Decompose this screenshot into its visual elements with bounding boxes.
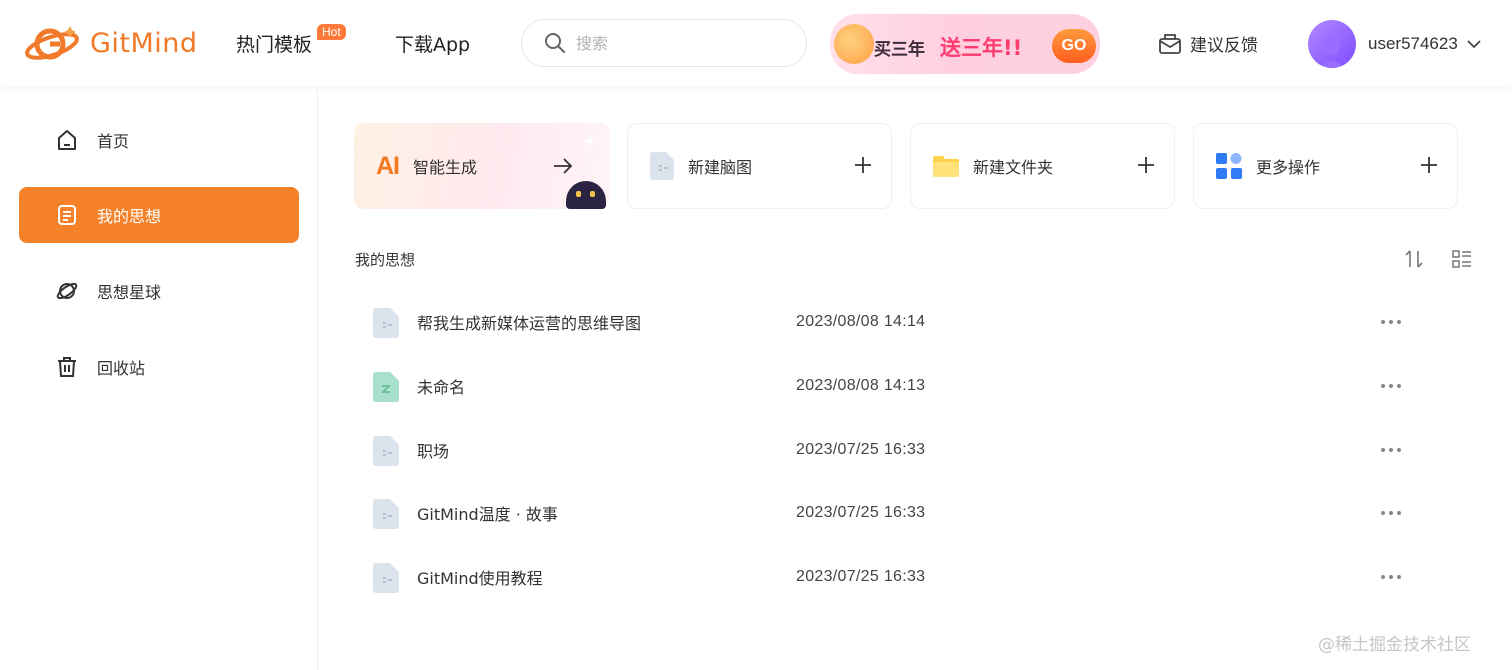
username: user574623	[1368, 34, 1458, 53]
gitmind-logo[interactable]: GitMind	[24, 22, 198, 64]
table-row[interactable]: 职场 2023/07/25 16:33	[354, 420, 1458, 480]
nav-download-app[interactable]: 下载App	[395, 30, 470, 57]
nav-hot-templates[interactable]: 热门模板	[236, 30, 312, 57]
file-date: 2023/07/25 16:33	[796, 504, 926, 521]
top-header: GitMind 热门模板 Hot 下载App 买三年 送三年!! GO 建议反馈	[0, 0, 1512, 86]
mindmap-file-icon	[650, 152, 674, 180]
flowchart-file-icon	[373, 372, 399, 402]
sidebar-item-label: 思想星球	[97, 283, 162, 302]
file-name[interactable]: GitMind使用教程	[417, 565, 543, 589]
table-row[interactable]: 帮我生成新媒体运营的思维导图 2023/08/08 14:14	[354, 292, 1458, 352]
trash-icon	[55, 355, 79, 379]
file-name[interactable]: 未命名	[417, 374, 465, 398]
planet-icon	[55, 279, 79, 303]
sidebar-item-label: 首页	[97, 132, 130, 151]
brand-name: GitMind	[90, 27, 198, 59]
mindmap-file-icon	[373, 563, 399, 593]
sidebar: 首页 我的思想 思想星球 回收站	[0, 86, 318, 670]
grid-apps-icon	[1216, 153, 1242, 179]
sparkle-icon	[582, 133, 598, 149]
list-view-icon[interactable]	[1452, 249, 1472, 269]
gitmind-logo-icon	[25, 26, 79, 60]
new-folder-card[interactable]: 新建文件夹	[910, 123, 1175, 209]
sidebar-item-label: 回收站	[97, 359, 146, 378]
sidebar-item-home[interactable]: 首页	[19, 112, 299, 168]
more-actions-label: 更多操作	[1256, 158, 1321, 177]
new-mindmap-card[interactable]: 新建脑图	[627, 123, 892, 209]
promo-go-button[interactable]: GO	[1052, 29, 1096, 63]
more-options-icon[interactable]	[1380, 378, 1402, 394]
new-folder-label: 新建文件夹	[973, 158, 1054, 177]
file-date: 2023/08/08 14:14	[796, 313, 926, 330]
new-mindmap-label: 新建脑图	[688, 158, 753, 177]
file-date: 2023/07/25 16:33	[796, 441, 926, 458]
user-menu[interactable]: user574623	[1308, 20, 1482, 68]
table-row[interactable]: GitMind使用教程 2023/07/25 16:33	[354, 547, 1458, 607]
chevron-down-icon[interactable]	[1466, 36, 1482, 52]
ai-generate-label: 智能生成	[413, 158, 478, 177]
avatar[interactable]	[1308, 20, 1356, 68]
mindmap-file-icon	[373, 436, 399, 466]
arrow-right-icon	[554, 158, 573, 174]
sidebar-item-trash[interactable]: 回收站	[19, 339, 299, 395]
folder-icon	[933, 156, 959, 177]
feedback-label: 建议反馈	[1190, 36, 1258, 56]
watermark: @稀土掘金技术社区	[1318, 635, 1471, 655]
document-icon	[55, 203, 79, 227]
sidebar-item-planet[interactable]: 思想星球	[19, 263, 299, 319]
home-icon	[55, 128, 79, 152]
feedback-link[interactable]: 建议反馈	[1158, 31, 1258, 56]
file-name[interactable]: GitMind温度 · 故事	[417, 501, 558, 525]
mindmap-file-icon	[373, 308, 399, 338]
more-options-icon[interactable]	[1380, 442, 1402, 458]
ai-icon: AI	[376, 151, 400, 180]
promo-text-gift: 送三年!!	[940, 36, 1023, 60]
plus-icon	[855, 157, 871, 173]
promo-text-buy: 买三年	[874, 40, 925, 60]
search-icon	[545, 33, 565, 53]
mindmap-file-icon	[373, 499, 399, 529]
sort-icon[interactable]	[1404, 249, 1424, 269]
more-actions-card[interactable]: 更多操作	[1193, 123, 1458, 209]
plus-icon	[1138, 157, 1154, 173]
file-date: 2023/08/08 14:13	[796, 377, 926, 394]
sidebar-item-my-ideas[interactable]: 我的思想	[19, 187, 299, 243]
more-options-icon[interactable]	[1380, 314, 1402, 330]
table-row[interactable]: 未命名 2023/08/08 14:13	[354, 356, 1458, 416]
sidebar-item-label: 我的思想	[97, 207, 162, 226]
more-options-icon[interactable]	[1380, 505, 1402, 521]
user-silhouette-icon	[1320, 35, 1344, 68]
search-input[interactable]	[576, 33, 776, 53]
hot-badge: Hot	[317, 24, 346, 40]
file-date: 2023/07/25 16:33	[796, 568, 926, 585]
file-name[interactable]: 职场	[417, 438, 449, 462]
more-options-icon[interactable]	[1380, 569, 1402, 585]
table-row[interactable]: GitMind温度 · 故事 2023/07/25 16:33	[354, 483, 1458, 543]
section-title: 我的思想	[355, 251, 416, 269]
feedback-icon	[1159, 33, 1181, 54]
search-box[interactable]	[521, 19, 807, 67]
promo-banner[interactable]: 买三年 送三年!! GO	[830, 14, 1100, 74]
plus-icon	[1421, 157, 1437, 173]
promo-mascot-icon	[834, 24, 874, 64]
file-name[interactable]: 帮我生成新媒体运营的思维导图	[417, 310, 641, 334]
